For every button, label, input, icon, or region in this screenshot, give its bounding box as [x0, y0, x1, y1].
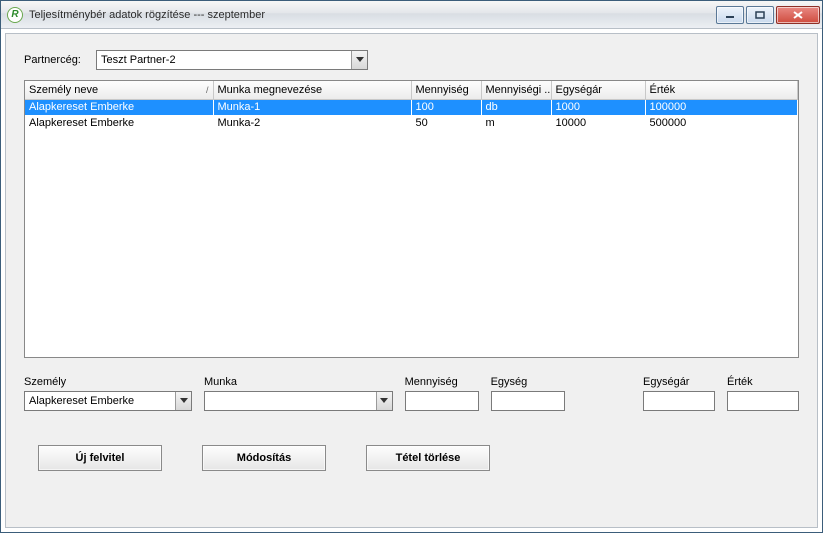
egysegar-label: Egységár — [643, 376, 715, 388]
minimize-button[interactable] — [716, 6, 744, 24]
table-row[interactable]: Alapkereset EmberkeMunka-250m10000500000 — [25, 115, 798, 131]
ertek-input[interactable] — [727, 391, 799, 411]
szemely-combo[interactable] — [24, 391, 192, 411]
cell-qty: 100 — [411, 99, 481, 115]
munka-label: Munka — [204, 376, 393, 388]
ertek-label: Érték — [727, 376, 799, 388]
col-header-qty[interactable]: Mennyiség — [411, 81, 481, 99]
maximize-button[interactable] — [746, 6, 774, 24]
window-title: Teljesítménybér adatok rögzítése --- sze… — [29, 9, 265, 21]
col-header-unit[interactable]: Mennyiségi ... — [481, 81, 551, 99]
close-button[interactable] — [776, 6, 820, 24]
egysegar-input[interactable] — [643, 391, 715, 411]
chevron-down-icon[interactable] — [376, 392, 392, 410]
tetel-torlese-button[interactable]: Tétel törlése — [366, 445, 490, 471]
chevron-down-icon[interactable] — [175, 392, 191, 410]
cell-work: Munka-1 — [213, 99, 411, 115]
cell-name: Alapkereset Emberke — [25, 99, 213, 115]
col-header-price[interactable]: Egységár — [551, 81, 645, 99]
cell-value: 100000 — [645, 99, 798, 115]
main-window: R Teljesítménybér adatok rögzítése --- s… — [0, 0, 823, 533]
chevron-down-icon[interactable] — [351, 51, 367, 69]
col-header-value[interactable]: Érték — [645, 81, 798, 99]
partnerceg-label: Partnercég: — [24, 54, 96, 66]
client-area: Partnercég: Személy neve / Munka megnevez… — [5, 33, 818, 528]
col-header-name-label: Személy neve — [29, 84, 98, 96]
col-header-name[interactable]: Személy neve / — [25, 81, 213, 99]
titlebar[interactable]: R Teljesítménybér adatok rögzítése --- s… — [1, 1, 822, 29]
partnerceg-input[interactable] — [97, 51, 351, 69]
cell-price: 10000 — [551, 115, 645, 131]
cell-work: Munka-2 — [213, 115, 411, 131]
egyseg-label: Egység — [491, 376, 565, 388]
app-icon: R — [7, 7, 23, 23]
szemely-label: Személy — [24, 376, 192, 388]
cell-price: 1000 — [551, 99, 645, 115]
mennyiseg-input[interactable] — [405, 391, 479, 411]
cell-name: Alapkereset Emberke — [25, 115, 213, 131]
egyseg-input[interactable] — [491, 391, 565, 411]
cell-unit: db — [481, 99, 551, 115]
partnerceg-combo[interactable] — [96, 50, 368, 70]
data-grid[interactable]: Személy neve / Munka megnevezése Mennyisé… — [24, 80, 799, 358]
sort-indicator: / — [206, 85, 209, 95]
cell-value: 500000 — [645, 115, 798, 131]
table-row[interactable]: Alapkereset EmberkeMunka-1100db100010000… — [25, 99, 798, 115]
modositas-button[interactable]: Módosítás — [202, 445, 326, 471]
munka-combo[interactable] — [204, 391, 393, 411]
munka-input[interactable] — [205, 392, 376, 410]
cell-unit: m — [481, 115, 551, 131]
mennyiseg-label: Mennyiség — [405, 376, 479, 388]
szemely-input[interactable] — [25, 392, 175, 410]
col-header-work[interactable]: Munka megnevezése — [213, 81, 411, 99]
cell-qty: 50 — [411, 115, 481, 131]
uj-felvitel-button[interactable]: Új felvitel — [38, 445, 162, 471]
